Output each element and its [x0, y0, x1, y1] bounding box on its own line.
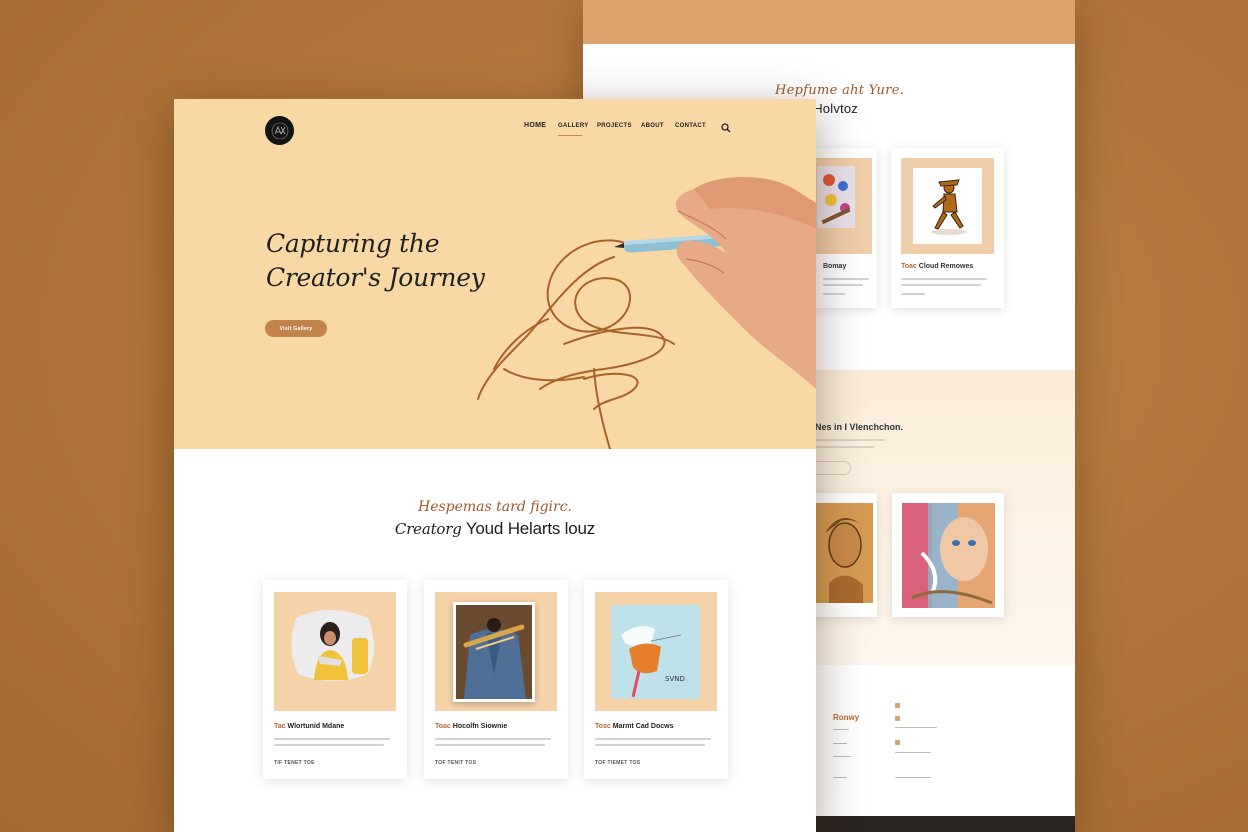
hero-title: Capturing the Creator's Journey [266, 229, 485, 292]
hero-cta-button[interactable]: Visit Gallery [265, 320, 327, 337]
figure-sculpture-image [913, 168, 982, 244]
back-card-2-caption: Toac Cloud Remowes [901, 263, 974, 270]
nav-active-underline [558, 135, 582, 136]
palette-image [817, 166, 855, 228]
back-script-subtitle: Hepfume aht Yure. [775, 83, 905, 98]
project-card-2-title: Toac Hocolfn Siownie [435, 723, 508, 730]
site-logo[interactable] [265, 116, 294, 145]
back-card-2[interactable]: Toac Cloud Remowes [891, 148, 1004, 308]
project-card-1[interactable]: Tac Wlortunid Mdane TIF TENET TOE [263, 580, 407, 779]
project-card-2-meta: TOF TENIT TOS [435, 760, 477, 766]
svg-text:SVND: SVND [665, 675, 685, 683]
project-card-1-title: Tac Wlortunid Mdane [274, 723, 345, 730]
nav-about[interactable]: ABOUT [641, 123, 664, 129]
hero-section: HOME GALLERY PROJECTS ABOUT CONTACT Capt… [174, 99, 816, 449]
section-script-subtitle: Hespemas tard figirc. [417, 499, 573, 515]
back-page-top-bar [583, 0, 1075, 44]
project-card-1-meta: TIF TENET TOE [274, 760, 315, 766]
hand-drawing-illustration [477, 176, 816, 449]
nav-gallery[interactable]: GALLERY [558, 123, 589, 129]
front-page-mockup: HOME GALLERY PROJECTS ABOUT CONTACT Capt… [174, 99, 816, 832]
denim-jacket-image [456, 605, 532, 699]
project-card-2[interactable]: Toac Hocolfn Siownie TOF TENIT TOS [424, 580, 568, 779]
logo-monogram-icon [271, 122, 288, 139]
back-feature-title: Nes in I Vlenchchon. [815, 422, 904, 432]
back-footer-title: Ronwy [833, 713, 860, 722]
back-art-card-2[interactable] [892, 493, 1004, 617]
search-icon[interactable] [721, 123, 731, 133]
project-card-3-title: Tosc Marmt Cad Docws [595, 723, 674, 730]
back-card-1-caption: Bomay [823, 263, 847, 270]
nav-contact[interactable]: CONTACT [675, 123, 706, 129]
paint-pour-image: SVND [611, 605, 700, 699]
nav-home[interactable]: HOME [524, 122, 546, 129]
back-footer-icon [895, 703, 900, 708]
nav-projects[interactable]: PROJECTS [597, 123, 632, 129]
colorful-face-painting-image [902, 503, 995, 608]
back-feature-text [815, 439, 885, 441]
portrait-painting-image [815, 503, 873, 603]
project-card-3-meta: TOF TIEMET TOS [595, 760, 641, 766]
project-card-3[interactable]: SVND Tosc Marmt Cad Docws TOF TIEMET TOS [584, 580, 728, 779]
woman-portrait-image [291, 610, 374, 681]
section-heading: Creatorg Youd Helarts louz [394, 519, 596, 538]
